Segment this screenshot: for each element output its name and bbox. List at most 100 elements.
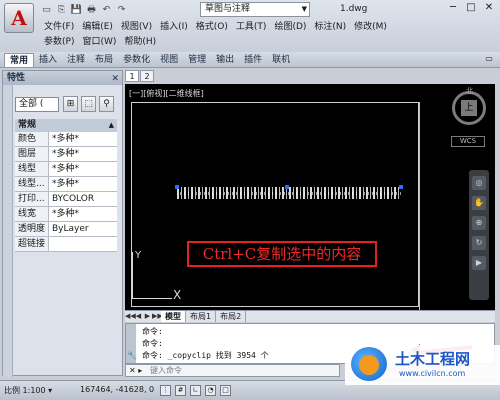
- property-row[interactable]: 超链接: [15, 237, 117, 252]
- ucs-x-axis: [132, 298, 172, 299]
- file-tab[interactable]: 1: [125, 70, 139, 82]
- grip[interactable]: [175, 185, 179, 189]
- property-value[interactable]: *多种*: [49, 207, 117, 221]
- command-input[interactable]: ✕ ▸ 键入命令: [125, 364, 340, 377]
- property-value[interactable]: ByLayer: [49, 222, 117, 236]
- open-icon[interactable]: ⎘: [55, 4, 68, 16]
- menu-item[interactable]: 工具(T): [232, 20, 271, 35]
- menu-item[interactable]: 编辑(E): [78, 20, 117, 35]
- undo-icon[interactable]: ↶: [100, 4, 113, 16]
- menu-item[interactable]: 标注(N): [310, 20, 350, 35]
- toggle-pickadd-icon[interactable]: ⊞: [63, 96, 78, 112]
- next-tab-icon[interactable]: ▶: [143, 311, 152, 322]
- property-row[interactable]: 图层 *多种*: [15, 147, 117, 162]
- drawing-viewport[interactable]: [一][俯视][二维线框] Ctrl+C复制选中的内容 Y X 北 上 WCS …: [125, 84, 495, 310]
- property-row[interactable]: 透明度 ByLayer: [15, 222, 117, 237]
- application-menu-button[interactable]: A: [4, 3, 34, 33]
- first-tab-icon[interactable]: ◀◀: [125, 311, 136, 322]
- osnap-icon[interactable]: □: [220, 385, 231, 396]
- ribbon-tab[interactable]: 插入: [34, 53, 62, 67]
- general-section-header[interactable]: 常规 ▲: [15, 119, 117, 132]
- steering-wheel-icon[interactable]: ◎: [472, 176, 486, 190]
- snap-icon[interactable]: ⋮: [160, 385, 171, 396]
- annotation-scale[interactable]: 比例 1:100 ▾: [4, 385, 52, 396]
- property-value[interactable]: *多种*: [49, 177, 117, 191]
- ribbon-tab[interactable]: 注释: [62, 53, 90, 67]
- grip[interactable]: [285, 185, 289, 189]
- compass-north-label: 北: [466, 87, 473, 95]
- menu-item[interactable]: 格式(O): [192, 20, 232, 35]
- ortho-icon[interactable]: ∟: [190, 385, 201, 396]
- palette-side-strip[interactable]: [3, 85, 13, 377]
- tab-model[interactable]: 模型: [161, 311, 186, 322]
- menu-item[interactable]: 帮助(H): [120, 35, 160, 50]
- ribbon-tab[interactable]: 联机: [267, 53, 295, 67]
- grip[interactable]: [399, 185, 403, 189]
- property-row[interactable]: 打印... BYCOLOR: [15, 192, 117, 207]
- property-row[interactable]: 线型... *多种*: [15, 177, 117, 192]
- property-row[interactable]: 颜色 *多种*: [15, 132, 117, 147]
- orbit-icon[interactable]: ↻: [472, 236, 486, 250]
- property-value[interactable]: BYCOLOR: [49, 192, 117, 206]
- quick-select-icon[interactable]: ⚲: [99, 96, 114, 112]
- close-icon[interactable]: ✕: [480, 2, 498, 15]
- minimize-ribbon-icon[interactable]: ▭: [482, 54, 496, 66]
- save-icon[interactable]: 💾: [70, 4, 83, 16]
- command-close-icon[interactable]: ✕ ▸: [129, 365, 142, 376]
- showmotion-icon[interactable]: ▶: [472, 256, 486, 270]
- grid-icon[interactable]: #: [175, 385, 186, 396]
- property-value[interactable]: [49, 237, 117, 251]
- menu-row: 文件(F) 编辑(E) 视图(V) 插入(I) 格式(O) 工具(T) 绘图(D) 标注(N)…: [40, 20, 500, 35]
- ribbon-tab[interactable]: 布局: [90, 53, 118, 67]
- menu-item[interactable]: 文件(F): [40, 20, 78, 35]
- ribbon-tab[interactable]: 输出: [211, 53, 239, 67]
- property-value[interactable]: *多种*: [49, 147, 117, 161]
- last-tab-icon[interactable]: ▶▶: [152, 311, 163, 322]
- ribbon-tab[interactable]: 参数化: [118, 53, 155, 67]
- workspace-select[interactable]: 草图与注释 ▼: [200, 2, 310, 17]
- wrench-icon[interactable]: 🔧: [127, 351, 137, 360]
- command-history-line: 命令: _copyclip 找到 3954 个: [142, 351, 269, 360]
- tab-layout1[interactable]: 布局1: [186, 311, 217, 322]
- ribbon-tab[interactable]: 视图: [155, 53, 183, 67]
- property-row[interactable]: 线型 *多种*: [15, 162, 117, 177]
- menu-item[interactable]: 视图(V): [117, 20, 156, 35]
- pan-icon[interactable]: ✋: [472, 196, 486, 210]
- menu-item[interactable]: 窗口(W): [78, 35, 120, 50]
- property-name: 颜色: [15, 132, 49, 146]
- ribbon-tab[interactable]: 管理: [183, 53, 211, 67]
- layout-frame: [131, 102, 419, 307]
- menu-bar: 文件(F) 编辑(E) 视图(V) 插入(I) 格式(O) 工具(T) 绘图(D) 标注(N)…: [40, 20, 500, 50]
- minimize-icon[interactable]: ─: [444, 2, 462, 15]
- property-value[interactable]: *多种*: [49, 132, 117, 146]
- print-icon[interactable]: 🖶: [85, 4, 98, 16]
- property-name: 图层: [15, 147, 49, 161]
- watermark-title: 土木工程网: [395, 350, 471, 368]
- annotation-callout: Ctrl+C复制选中的内容: [187, 241, 377, 267]
- menu-item[interactable]: 参数(P): [40, 35, 78, 50]
- viewcube-face[interactable]: 上: [461, 100, 477, 116]
- properties-palette: 特性 ✕ 全部 ( ⊞ ⬚ ⚲ 常规 ▲ 颜色 *多种* 图层 *多种* 线型 *多种* 线…: [2, 70, 123, 377]
- file-tab[interactable]: 2: [140, 70, 154, 82]
- close-icon[interactable]: ✕: [111, 72, 119, 86]
- watermark: 土木工程网 www.civilcn.com: [345, 345, 500, 385]
- redo-icon[interactable]: ↷: [115, 4, 128, 16]
- tab-layout2[interactable]: 布局2: [216, 311, 247, 322]
- wcs-menu[interactable]: WCS: [451, 136, 485, 147]
- menu-item[interactable]: 插入(I): [156, 20, 192, 35]
- select-objects-icon[interactable]: ⬚: [81, 96, 96, 112]
- prev-tab-icon[interactable]: ◀: [134, 311, 143, 322]
- menu-item[interactable]: 修改(M): [350, 20, 391, 35]
- workspace-value: 草图与注释: [205, 4, 251, 14]
- viewport-controls-label[interactable]: [一][俯视][二维线框]: [129, 88, 204, 99]
- ribbon-tab[interactable]: 常用: [4, 53, 35, 67]
- selection-filter-select[interactable]: 全部 (: [15, 97, 59, 112]
- menu-item[interactable]: 绘图(D): [270, 20, 310, 35]
- zoom-icon[interactable]: ⊕: [472, 216, 486, 230]
- maximize-icon[interactable]: □: [462, 2, 480, 15]
- property-row[interactable]: 线宽 *多种*: [15, 207, 117, 222]
- property-value[interactable]: *多种*: [49, 162, 117, 176]
- polar-icon[interactable]: ◔: [205, 385, 216, 396]
- new-icon[interactable]: ▭: [40, 4, 53, 16]
- ribbon-tab[interactable]: 插件: [239, 53, 267, 67]
